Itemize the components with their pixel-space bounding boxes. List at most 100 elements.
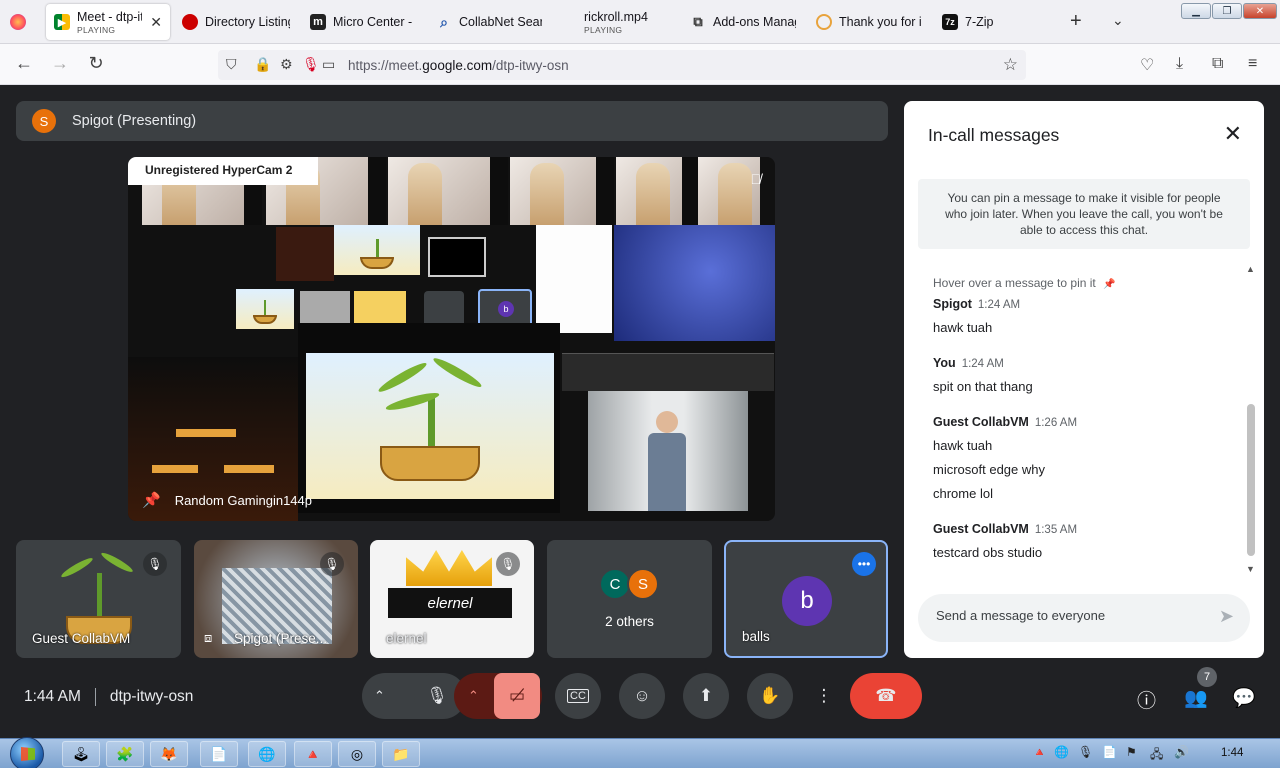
nested-plant-screen bbox=[334, 225, 420, 275]
lock-icon[interactable]: 🔒 bbox=[254, 56, 271, 73]
raise-hand-icon[interactable]: ✋ bbox=[747, 673, 793, 719]
chat-scrollbar[interactable]: ▲ ▼ bbox=[1246, 264, 1256, 574]
pin-icon[interactable]: 📌 bbox=[142, 491, 161, 509]
tab-meet[interactable]: ▶ Meet - dtp-it PLAYING ✕ bbox=[46, 4, 170, 40]
notepad-taskbar-icon[interactable]: 📄 bbox=[200, 741, 238, 767]
volume-icon[interactable]: 🔊 bbox=[1174, 745, 1189, 759]
shield-icon[interactable]: ⛉ bbox=[226, 56, 237, 73]
participant-tile-elernel[interactable]: elernel 🎙 elernel bbox=[370, 540, 534, 658]
participant-tile-balls[interactable]: b ••• balls bbox=[724, 540, 888, 658]
network-tray-icon[interactable]: 🌐 bbox=[1054, 745, 1069, 759]
message-text: hawk tuah bbox=[933, 320, 993, 335]
hang-up-icon: ☎ bbox=[875, 686, 897, 705]
red-hat-icon bbox=[182, 14, 198, 30]
taskbar-app-icon[interactable]: 🕹 bbox=[62, 741, 100, 767]
captions-icon[interactable]: CC bbox=[555, 673, 601, 719]
tab-collabnet-search[interactable]: ⌕ CollabNet Searc bbox=[436, 4, 542, 40]
micro-center-icon: m bbox=[310, 14, 326, 30]
permissions-icon[interactable]: ⚙ bbox=[280, 56, 293, 73]
close-window-button[interactable]: ✕ bbox=[1243, 3, 1277, 19]
vlc-taskbar-icon[interactable]: 🔺 bbox=[294, 741, 332, 767]
chat-message[interactable]: You 1:24 AM spit on that thang bbox=[933, 356, 1033, 394]
tab-micro-center[interactable]: m Micro Center - I bbox=[310, 4, 414, 40]
chat-message-input[interactable] bbox=[936, 608, 1196, 623]
microphone-tray-icon[interactable]: 🎙 bbox=[1078, 745, 1093, 759]
close-icon[interactable]: ✕ bbox=[1224, 121, 1242, 147]
presentation-stage[interactable]: Unregistered HyperCam 2 🎙̸ b 📌 Random Ga… bbox=[128, 157, 775, 521]
tab-directory-listing[interactable]: Directory Listing bbox=[182, 4, 290, 40]
network-status-icon[interactable]: 🖧 bbox=[1150, 745, 1163, 766]
tab-label: Meet - dtp-it bbox=[77, 9, 143, 24]
tab-rickroll[interactable]: rickroll.mp4 PLAYING bbox=[584, 4, 674, 40]
leave-call-button[interactable]: ☎ bbox=[850, 673, 922, 719]
chevron-down-icon[interactable]: ⌄ bbox=[1112, 12, 1124, 29]
explorer-taskbar-icon[interactable]: 📁 bbox=[382, 741, 420, 767]
forward-arrow-icon[interactable]: → bbox=[48, 53, 72, 74]
message-time: 1:35 AM bbox=[1034, 524, 1078, 536]
windows-taskbar: 🕹 🧩 🦊 📄 🌐 🔺 ◎ 📁 🔺 🌐 🎙 📄 ⚑ 🖧 🔊 1:44 bbox=[0, 737, 1280, 768]
microphone-off-icon: 🎙 bbox=[143, 552, 167, 576]
flag-tray-icon[interactable]: ⚑ bbox=[1126, 745, 1137, 759]
url-bar[interactable]: ⛉ 🔒 ⚙ 🎙 ▭ https://meet.google.com/dtp-it… bbox=[218, 50, 1026, 80]
taskbar-app-icon[interactable]: 🧩 bbox=[106, 741, 144, 767]
chat-message[interactable]: Guest CollabVM 1:35 AM testcard obs studi… bbox=[933, 522, 1077, 560]
document-tray-icon[interactable]: 📄 bbox=[1102, 745, 1117, 759]
more-options-icon[interactable]: ⋮ bbox=[812, 673, 836, 719]
start-button[interactable] bbox=[10, 737, 44, 768]
vlc-tray-icon[interactable]: 🔺 bbox=[1032, 745, 1047, 759]
tab-thank-you[interactable]: Thank you for i bbox=[816, 4, 922, 40]
audio-options-chevron-icon[interactable]: ⌃ bbox=[374, 688, 385, 704]
circle-icon bbox=[816, 14, 832, 30]
meeting-code[interactable]: dtp-itwy-osn bbox=[110, 688, 194, 706]
message-text: hawk tuah bbox=[933, 438, 993, 453]
nested-chat-screen bbox=[536, 225, 612, 333]
firefox-logo-icon[interactable] bbox=[10, 4, 32, 40]
presenting-screen-icon: ⧈ bbox=[204, 630, 213, 645]
message-time: 1:26 AM bbox=[1034, 417, 1078, 429]
reload-icon[interactable]: ↻ bbox=[84, 53, 108, 74]
emoji-reaction-icon[interactable]: ☺ bbox=[619, 673, 665, 719]
obs-taskbar-icon[interactable]: ◎ bbox=[338, 741, 376, 767]
meeting-info-icon[interactable]: ⓘ bbox=[1137, 686, 1156, 713]
firefox-taskbar-icon[interactable]: 🦊 bbox=[150, 741, 188, 767]
participant-tile-others[interactable]: C S 2 others bbox=[547, 540, 712, 658]
participant-name: Spigot (Prese... bbox=[234, 631, 328, 646]
tab-label: rickroll.mp4 bbox=[584, 9, 648, 24]
globe-taskbar-icon[interactable]: 🌐 bbox=[248, 741, 286, 767]
others-count-label: 2 others bbox=[605, 614, 654, 629]
tab-7zip[interactable]: 7z 7-Zip bbox=[942, 4, 1012, 40]
participant-tile-spigot[interactable]: 🎙 ⧈ Spigot (Prese... bbox=[194, 540, 358, 658]
browser-tab-bar: ▶ Meet - dtp-it PLAYING ✕ Directory List… bbox=[0, 0, 1280, 44]
video-options-chevron-icon[interactable]: ⌃ bbox=[468, 688, 479, 704]
maximize-window-button[interactable]: ❐ bbox=[1212, 3, 1242, 19]
taskbar-clock[interactable]: 1:44 bbox=[1221, 747, 1243, 759]
camera-permission-icon[interactable]: ▭ bbox=[322, 56, 335, 73]
send-icon[interactable]: ➤ bbox=[1219, 606, 1234, 627]
minimize-window-button[interactable]: ▁ bbox=[1181, 3, 1211, 19]
people-icon[interactable]: 👥 bbox=[1184, 686, 1208, 710]
tab-addons-manager[interactable]: ⧉ Add-ons Manag bbox=[690, 4, 796, 40]
new-tab-icon[interactable]: + bbox=[1070, 10, 1082, 33]
chat-message[interactable]: Spigot 1:24 AM hawk tuah bbox=[933, 297, 1020, 335]
chat-message[interactable]: Guest CollabVM 1:26 AM hawk tuah microsof… bbox=[933, 415, 1077, 501]
chat-icon[interactable]: 💬 bbox=[1232, 686, 1256, 710]
screen-thumbnail bbox=[510, 157, 614, 225]
back-arrow-icon[interactable]: ← bbox=[12, 53, 36, 74]
close-tab-icon[interactable]: ✕ bbox=[150, 14, 162, 31]
stage-caption: 📌 Random Gamingin144p bbox=[142, 491, 312, 509]
extensions-icon[interactable]: ⧉ bbox=[1212, 55, 1223, 73]
participant-tile-guest-collabvm[interactable]: 🎙 Guest CollabVM bbox=[16, 540, 181, 658]
scroll-up-icon[interactable]: ▲ bbox=[1246, 264, 1255, 274]
microphone-off-icon: 🎙̸ bbox=[750, 171, 762, 187]
menu-hamburger-icon[interactable]: ≡ bbox=[1248, 55, 1257, 73]
present-screen-icon[interactable]: ⬆ bbox=[683, 673, 729, 719]
microphone-active-icon[interactable]: 🎙 bbox=[302, 56, 320, 73]
camera-off-icon[interactable]: ▭̸ bbox=[494, 673, 540, 719]
bookmark-star-icon[interactable]: ☆ bbox=[1003, 55, 1018, 75]
tab-playing-label: PLAYING bbox=[584, 24, 623, 35]
download-icon[interactable]: ⤓ bbox=[1176, 55, 1183, 73]
more-options-icon[interactable]: ••• bbox=[852, 552, 876, 576]
pocket-icon[interactable]: ♡ bbox=[1140, 55, 1154, 75]
message-text: testcard obs studio bbox=[933, 545, 1043, 560]
scroll-down-icon[interactable]: ▼ bbox=[1246, 564, 1255, 574]
